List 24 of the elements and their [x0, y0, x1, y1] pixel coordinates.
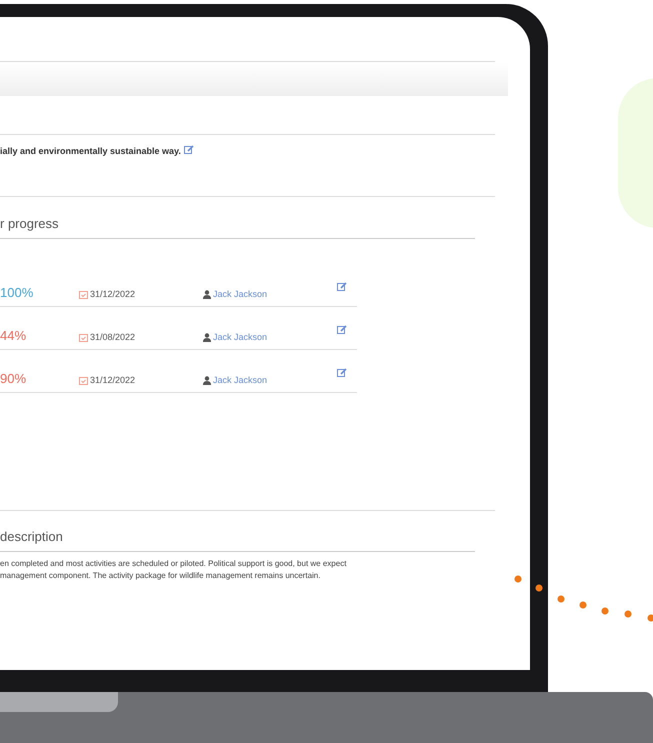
calendar-icon: [79, 376, 88, 385]
owner-link[interactable]: Jack Jackson: [213, 330, 337, 344]
edit-icon[interactable]: [184, 145, 194, 154]
section-title: r progress: [0, 216, 59, 231]
due-date: 31/08/2022: [90, 330, 136, 344]
progress-percent: 90%: [0, 370, 28, 388]
due-date: 31/12/2022: [90, 288, 136, 300]
person-icon: [203, 333, 211, 342]
progress-percent: 44%: [0, 326, 28, 344]
progress-percent: 100%: [0, 284, 34, 302]
calendar-icon: [79, 290, 88, 299]
edit-icon[interactable]: [337, 282, 347, 292]
calendar-icon: [79, 333, 88, 342]
due-date: 31/12/2022: [90, 374, 136, 386]
goal-text: ially and environmentally sustainable way.: [0, 145, 181, 158]
description-text: en completed and most activities are scheduled or piloted. Political support is good, but we expect: [0, 558, 348, 570]
description-text: management component. The activity package for wildlife management remains uncertain.: [0, 570, 322, 582]
owner-link[interactable]: Jack Jackson: [213, 374, 337, 387]
owner-link[interactable]: Jack Jackson: [213, 288, 337, 301]
person-icon: [203, 290, 211, 299]
edit-icon[interactable]: [337, 325, 347, 334]
edit-icon[interactable]: [337, 368, 347, 378]
person-icon: [203, 376, 211, 385]
section-title: description: [0, 529, 63, 544]
